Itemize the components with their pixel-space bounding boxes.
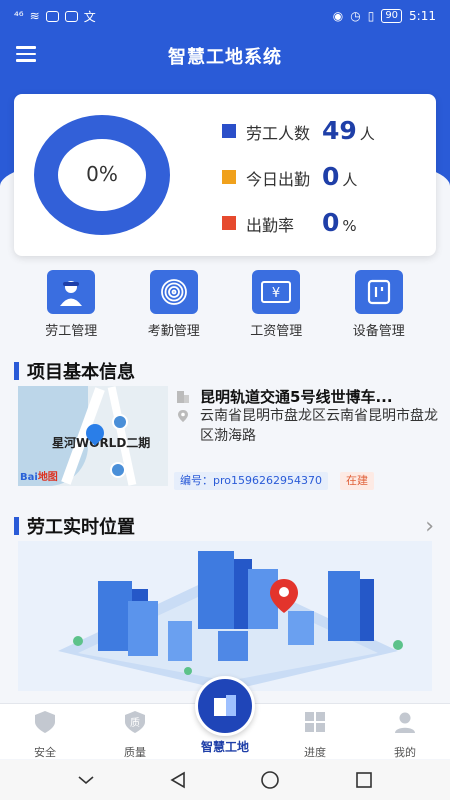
quality-icon: 质 <box>125 711 145 733</box>
nav-safety[interactable]: 安全 <box>0 704 90 759</box>
eye-icon: ◉ <box>332 9 344 23</box>
user-icon <box>395 712 415 733</box>
attendance-percent: 0% <box>86 162 118 186</box>
stat-value: 0 <box>322 208 340 237</box>
chevron-right-icon[interactable]: › <box>425 514 434 539</box>
translate-icon: 文 <box>83 9 96 24</box>
stat-unit: 人 <box>359 125 375 143</box>
page-title: 智慧工地系统 <box>168 47 282 68</box>
nav-label: 智慧工地 <box>200 740 249 754</box>
svg-text:质: 质 <box>130 717 140 729</box>
quick-action-attendance-management[interactable]: 考勤管理 <box>134 270 214 342</box>
quick-action-device-management[interactable]: 设备管理 <box>339 270 419 342</box>
quick-action-label: 劳工管理 <box>45 324 98 339</box>
stat-unit: 人 <box>342 171 358 189</box>
device-icon <box>354 270 403 314</box>
stat-row-workers: 劳工人数 49 人 <box>222 116 375 145</box>
project-code-badge: 编号：pro1596262954370 <box>174 472 328 490</box>
worker-location-heading: 劳工实时位置 <box>14 513 135 539</box>
app-notification-icon <box>64 10 78 22</box>
svg-text:¥: ¥ <box>272 286 280 301</box>
section-title: 项目基本信息 <box>27 362 135 383</box>
quick-action-label: 工资管理 <box>250 324 303 339</box>
legend-square <box>222 169 236 184</box>
section-marker <box>14 517 19 535</box>
bottom-navigation: 安全 质 质量 智慧工地 进度 我的 <box>0 676 450 759</box>
vibrate-icon: ▯ <box>367 9 375 23</box>
fingerprint-icon <box>149 270 198 314</box>
section-marker <box>14 362 19 380</box>
project-status-badge: 在建 <box>340 472 374 490</box>
stat-row-rate: 出勤率 0 % <box>222 208 357 237</box>
quick-action-salary-management[interactable]: ¥ 工资管理 <box>236 270 316 342</box>
stat-value: 0 <box>322 162 340 191</box>
quick-action-label: 设备管理 <box>352 324 405 339</box>
smart-city-illustration <box>58 551 403 691</box>
app-header: 智慧工地系统 <box>0 36 450 76</box>
wifi-icon: ≋ <box>29 9 40 23</box>
progress-icon <box>305 712 325 732</box>
quick-actions: 劳工管理 考勤管理 ¥ 工资管理 设备管理 <box>0 270 450 342</box>
baidu-map-logo: Bai地图 <box>20 472 58 483</box>
building-icon <box>177 391 189 403</box>
stat-label: 今日出勤 <box>246 170 311 189</box>
legend-square <box>222 123 236 138</box>
home-icon[interactable] <box>260 770 280 790</box>
quick-action-label: 考勤管理 <box>147 324 200 339</box>
attendance-stats-card: 0% 劳工人数 49 人 今日出勤 0 人 出勤率 0 % <box>14 94 436 256</box>
stat-label: 出勤率 <box>246 216 295 235</box>
clock-text: 5:11 <box>409 9 436 23</box>
legend-square <box>222 215 236 230</box>
stat-unit: % <box>342 217 357 235</box>
project-map-thumbnail[interactable]: 星河WORLD二期 Bai地图 <box>18 386 168 486</box>
signal-icon: ⁴⁶ <box>14 9 24 23</box>
nav-label: 安全 <box>34 746 56 759</box>
recent-apps-icon[interactable] <box>355 771 373 789</box>
map-poi-icon <box>112 414 128 430</box>
section-title: 劳工实时位置 <box>27 517 135 538</box>
nav-label: 我的 <box>394 746 416 759</box>
battery-icon: 90 <box>381 9 403 23</box>
smart-site-icon <box>195 676 255 736</box>
back-icon[interactable] <box>170 771 186 789</box>
quick-action-worker-management[interactable]: 劳工管理 <box>31 270 111 342</box>
nav-progress[interactable]: 进度 <box>270 704 360 759</box>
chevron-down-icon[interactable] <box>77 774 95 786</box>
system-navigation-bar <box>0 760 450 800</box>
project-address: 云南省昆明市盘龙区云南省昆明市盘龙区渤海路 <box>200 408 438 444</box>
worker-icon <box>47 270 96 314</box>
worker-location-illustration[interactable] <box>18 541 432 691</box>
nav-label: 进度 <box>304 746 326 759</box>
map-poi-icon <box>110 462 126 478</box>
message-icon <box>45 10 59 22</box>
shield-icon <box>35 711 55 733</box>
project-info-heading: 项目基本信息 <box>14 358 135 384</box>
salary-icon: ¥ <box>252 270 301 314</box>
nav-smart-site[interactable]: 智慧工地 <box>180 676 270 759</box>
menu-icon[interactable] <box>16 46 36 62</box>
stat-row-attendance: 今日出勤 0 人 <box>222 162 357 191</box>
project-name[interactable]: 昆明轨道交通5号线世博车... <box>200 386 430 407</box>
nav-quality[interactable]: 质 质量 <box>90 704 180 759</box>
nav-label: 质量 <box>124 746 146 759</box>
location-pin-icon <box>178 410 188 422</box>
stat-value: 49 <box>322 116 357 145</box>
nav-mine[interactable]: 我的 <box>360 704 450 759</box>
status-bar: ⁴⁶ ≋ 文 ◉ ◷ ▯ 90 5:11 <box>0 0 450 32</box>
stat-label: 劳工人数 <box>246 124 311 143</box>
alarm-icon: ◷ <box>350 9 361 23</box>
